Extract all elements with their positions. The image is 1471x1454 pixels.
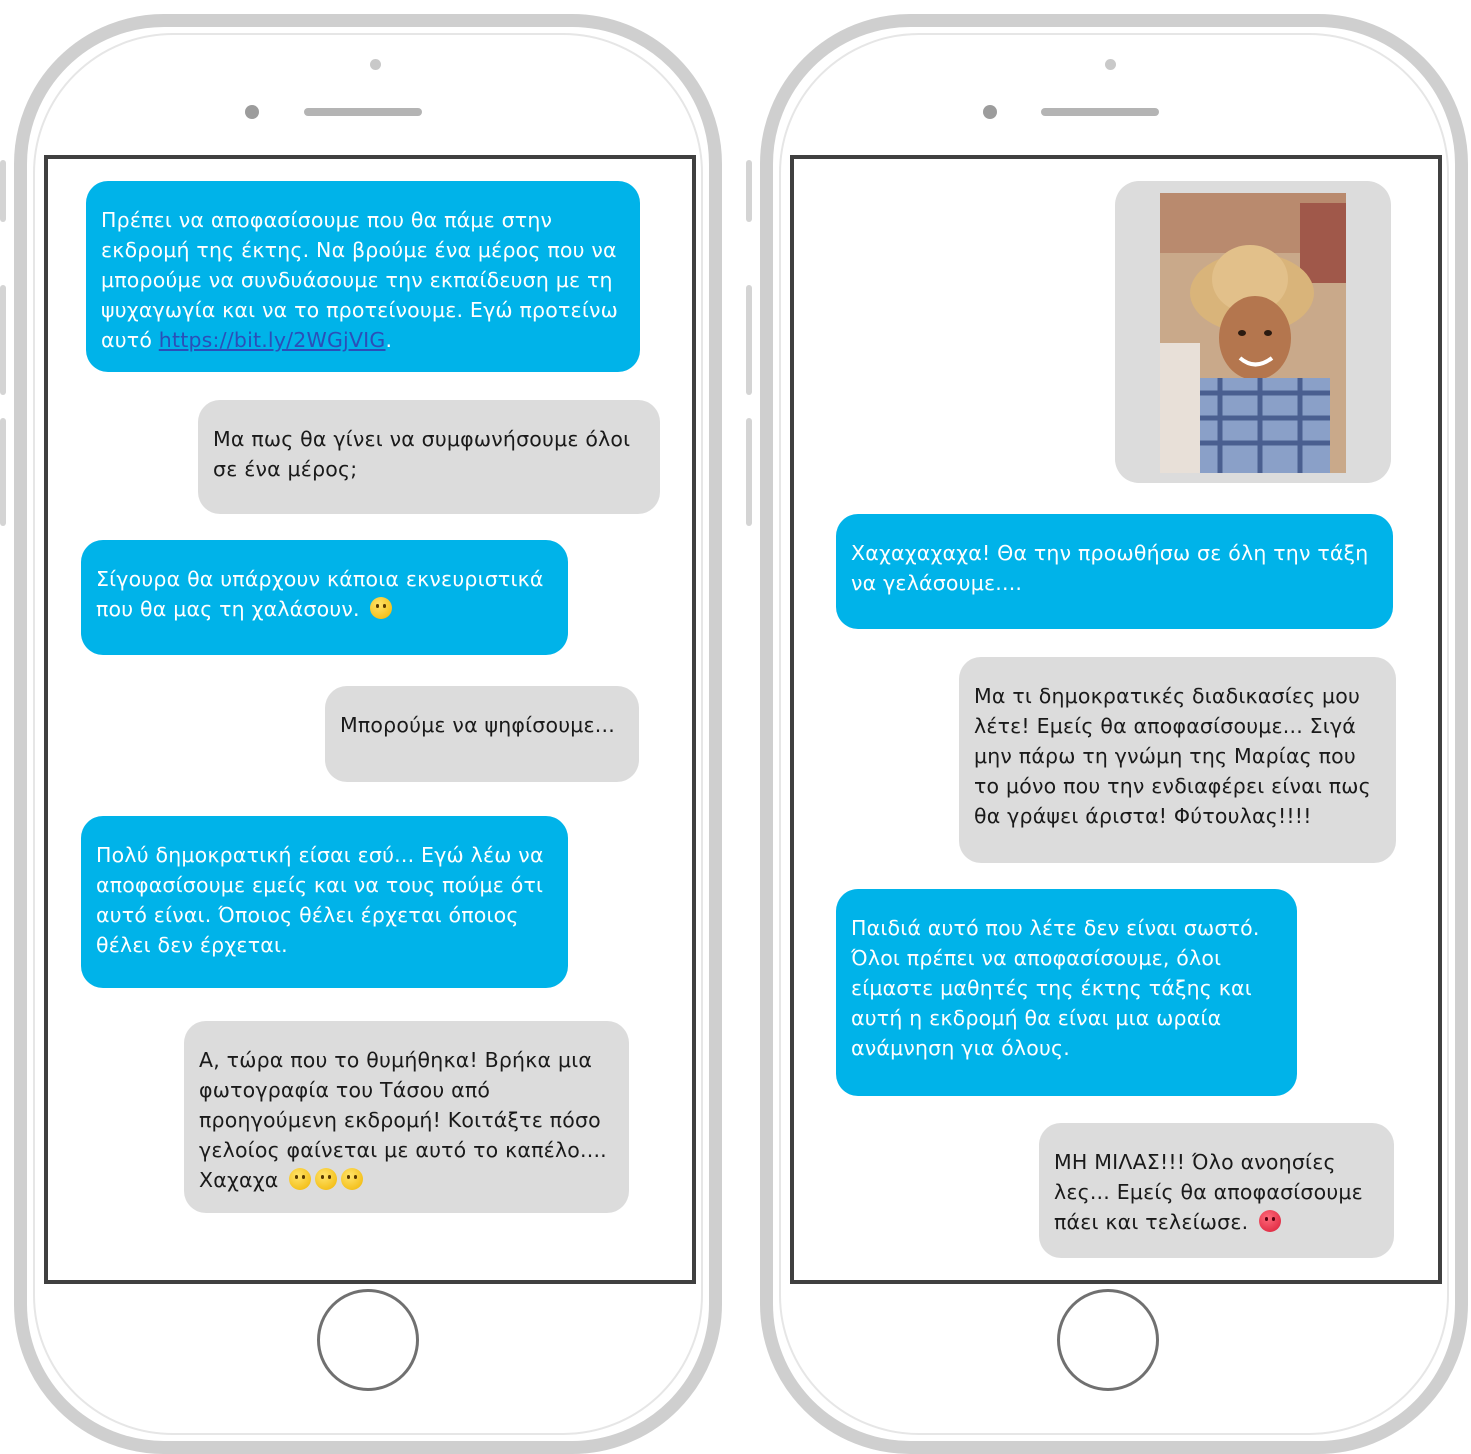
volume-down-button [746,418,752,526]
message-bubble-sent: Σίγουρα θα υπάρχουν κάποια εκνευριστικά … [81,540,568,655]
mute-switch [746,160,752,222]
message-text: Α, τώρα που το θυμήθηκα! Βρήκα μια φωτογ… [199,1048,607,1192]
volume-up-button [746,285,752,395]
message-link[interactable]: https://bit.ly/2WGjVIG [159,328,386,352]
message-text: Μα τι δημοκρατικές διαδικασίες μου λέτε!… [974,684,1371,828]
message-text: Μα πως θα γίνει να συμφωνήσουμε όλοι σε … [213,427,631,481]
message-bubble-sent: Πολύ δημοκρατική είσαι εσύ... Εγώ λέω να… [81,816,568,988]
message-text: ΜΗ ΜΙΛΑΣ!!! Όλο ανοησίες λες... Εμείς θα… [1054,1150,1363,1234]
photo-illustration [1160,193,1346,473]
message-text: Χαχαχαχαχα! Θα την προωθήσω σε όλη την τ… [851,541,1369,595]
message-bubble-received: Μα πως θα γίνει να συμφωνήσουμε όλοι σε … [198,400,660,514]
tears-of-joy-icon [315,1168,338,1190]
chat-screen-left: Πρέπει να αποφασίσουμε που θα πάμε στην … [44,155,696,1284]
speaker-grille [1041,108,1159,116]
home-button[interactable] [317,1289,419,1391]
message-bubble-received: Μα τι δημοκρατικές διαδικασίες μου λέτε!… [959,657,1396,863]
volume-down-button [0,418,6,526]
message-bubble-sent: Χαχαχαχαχα! Θα την προωθήσω σε όλη την τ… [836,514,1393,629]
speaker-grille [304,108,422,116]
home-button[interactable] [1057,1289,1159,1391]
yum-face-icon [370,597,393,619]
message-bubble-received: ΜΗ ΜΙΛΑΣ!!! Όλο ανοησίες λες... Εμείς θα… [1039,1123,1394,1258]
front-camera-icon [245,105,259,119]
volume-up-button [0,285,6,395]
angry-face-icon [1259,1210,1282,1232]
message-text: Πολύ δημοκρατική είσαι εσύ... Εγώ λέω να… [96,843,544,957]
proximity-sensor-icon [370,59,381,70]
message-text: Παιδιά αυτό που λέτε δεν είναι σωστό. Όλ… [851,916,1260,1060]
tears-of-joy-icon [289,1168,312,1190]
message-bubble-sent: Πρέπει να αποφασίσουμε που θα πάμε στην … [86,181,640,372]
message-text: Μπορούμε να ψηφίσουμε... [340,713,615,737]
chat-screen-right: Χαχαχαχαχα! Θα την προωθήσω σε όλη την τ… [790,155,1442,1284]
message-bubble-sent: Παιδιά αυτό που λέτε δεν είναι σωστό. Όλ… [836,889,1297,1096]
front-camera-icon [983,105,997,119]
message-bubble-received: Α, τώρα που το θυμήθηκα! Βρήκα μια φωτογ… [184,1021,629,1213]
message-bubble-received: Μπορούμε να ψηφίσουμε... [325,686,639,782]
mute-switch [0,160,6,222]
message-punctuation: . [385,328,393,352]
proximity-sensor-icon [1105,59,1116,70]
photo-message[interactable] [1115,181,1391,483]
photo-cowboy-boy-icon[interactable] [1160,193,1346,473]
message-text: Σίγουρα θα υπάρχουν κάποια εκνευριστικά … [96,567,544,621]
tears-of-joy-icon [341,1168,364,1190]
